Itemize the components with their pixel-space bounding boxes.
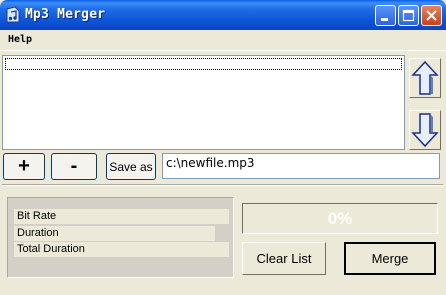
- output-path-field[interactable]: c:\newfile.mp3: [162, 153, 440, 179]
- file-list[interactable]: [2, 55, 405, 150]
- music-file-icon[interactable]: [5, 6, 21, 23]
- menu-bar: Help: [0, 30, 446, 51]
- merge-button[interactable]: Merge: [344, 242, 436, 275]
- save-as-button[interactable]: Save as: [106, 153, 156, 180]
- minimize-icon: [381, 18, 388, 21]
- progress-text: 0%: [327, 209, 353, 228]
- menu-help[interactable]: Help: [8, 34, 32, 45]
- list-focus-rect: [5, 58, 402, 70]
- clear-list-button[interactable]: Clear List: [242, 242, 326, 275]
- remove-button[interactable]: -: [51, 153, 97, 180]
- close-button[interactable]: [421, 5, 442, 26]
- info-panel: Bit Rate Duration Total Duration: [7, 197, 234, 278]
- close-icon: [426, 10, 437, 21]
- move-down-button[interactable]: [409, 110, 441, 150]
- add-button[interactable]: +: [3, 153, 45, 180]
- separator: [2, 184, 443, 186]
- total-duration-label: Total Duration: [14, 242, 229, 257]
- arrow-down-icon: [411, 113, 439, 148]
- minimize-button[interactable]: [375, 5, 396, 26]
- title-bar[interactable]: Mp3 Merger: [0, 0, 446, 30]
- arrow-up-icon: [411, 60, 439, 95]
- duration-label: Duration: [14, 226, 215, 241]
- progress-bar: 0%: [242, 203, 438, 234]
- move-up-button[interactable]: [409, 58, 441, 98]
- window-title: Mp3 Merger: [25, 7, 106, 22]
- bit-rate-label: Bit Rate: [14, 209, 229, 224]
- maximize-icon: [402, 9, 415, 22]
- maximize-button[interactable]: [398, 5, 419, 26]
